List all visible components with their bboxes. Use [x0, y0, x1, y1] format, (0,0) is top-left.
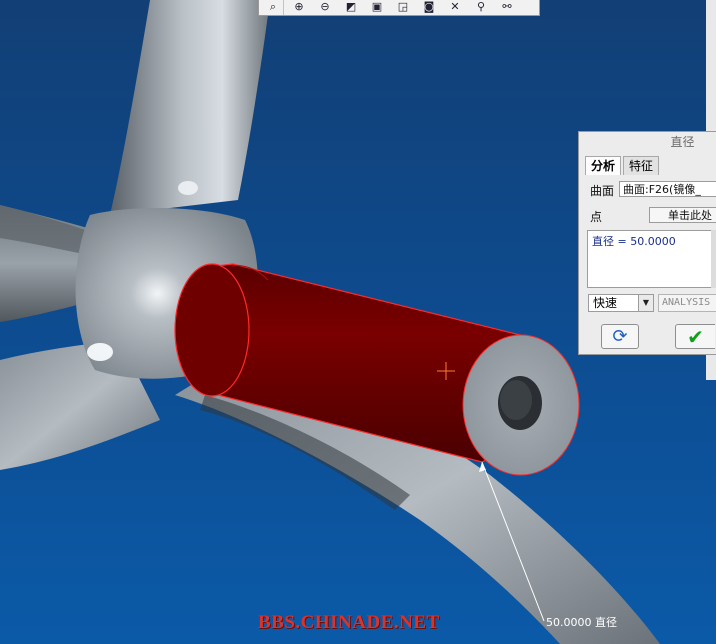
surface-collector[interactable]: 曲面:F26(镜像_: [619, 181, 716, 197]
repaint-icon[interactable]: ◩: [340, 0, 362, 15]
diameter-dialog: 直径 分析 特征 曲面 曲面:F26(镜像_ 点 单击此处 直径 = 50.00…: [578, 131, 716, 355]
axis-display-icon[interactable]: ⚲: [470, 0, 492, 15]
point-display-icon[interactable]: ⚯: [496, 0, 518, 15]
surface-label: 曲面: [590, 184, 615, 198]
view-toolbar: ⌕ ⊕ ⊖ ◩ ▣ ◲ ◙ ✕ ⚲ ⚯: [258, 0, 540, 16]
result-scrollbar[interactable]: [711, 230, 716, 288]
tab-analysis[interactable]: 分析: [585, 156, 622, 175]
refresh-icon: ⟳: [612, 326, 628, 347]
repeat-analysis-button[interactable]: ⟳: [601, 324, 639, 349]
chevron-down-icon: ▼: [638, 295, 653, 311]
camera-icon[interactable]: ◙: [418, 0, 440, 15]
diameter-result: 直径 = 50.0000: [592, 235, 676, 248]
analysis-name-field[interactable]: ANALYSIS: [658, 294, 716, 312]
view-orient-icon[interactable]: ▣: [366, 0, 388, 15]
dimension-label: 50.0000 直径: [546, 616, 617, 629]
result-area: 直径 = 50.0000: [587, 230, 716, 288]
dialog-title: 直径: [670, 135, 695, 149]
tab-feature[interactable]: 特征: [623, 156, 660, 175]
zoom-out-icon[interactable]: ⊖: [314, 0, 336, 15]
dialog-tabs: 分析 特征: [585, 156, 661, 175]
mode-value: 快速: [593, 296, 618, 310]
point-label: 点: [590, 210, 603, 224]
saved-views-icon[interactable]: ◲: [392, 0, 414, 15]
point-collector[interactable]: 单击此处: [649, 207, 716, 223]
refit-icon[interactable]: ⌕: [263, 0, 284, 15]
zoom-in-icon[interactable]: ⊕: [288, 0, 310, 15]
datum-display-icon[interactable]: ✕: [444, 0, 466, 15]
ok-button[interactable]: ✔: [675, 324, 715, 349]
mode-select[interactable]: 快速 ▼: [588, 294, 654, 312]
forum-watermark: BBS.CHINADE.NET: [258, 612, 440, 633]
checkmark-icon: ✔: [687, 324, 704, 349]
